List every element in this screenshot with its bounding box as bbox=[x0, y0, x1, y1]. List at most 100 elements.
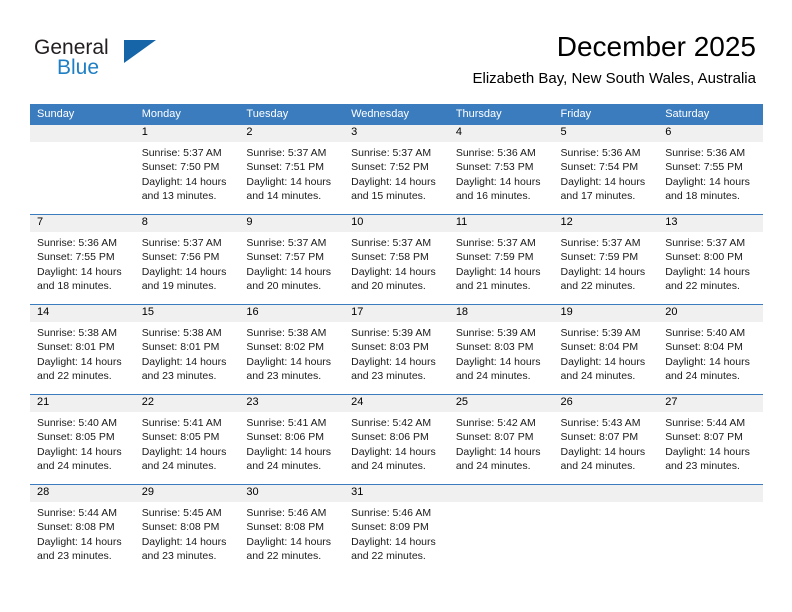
day-detail-line: Daylight: 14 hours bbox=[455, 265, 541, 278]
day-detail-line: Sunrise: 5:38 AM bbox=[141, 327, 222, 339]
calendar-day-cell[interactable]: 10 Sunrise: 5:37 AM Sunset: 7:58 PM Dayligh… bbox=[344, 214, 449, 305]
day-number: 15 bbox=[134, 305, 240, 322]
calendar-day-cell[interactable]: 2 Sunrise: 5:37 AM Sunset: 7:51 PM Daylight… bbox=[239, 125, 345, 215]
day-detail-line: Sunrise: 5:37 AM bbox=[246, 237, 327, 249]
day-number: 17 bbox=[344, 305, 449, 322]
day-cell-inner: 19 Sunrise: 5:39 AM Sunset: 8:04 PM Dayligh… bbox=[553, 305, 659, 394]
calendar-day-cell[interactable]: 26 Sunrise: 5:43 AM Sunset: 8:07 PM Dayligh… bbox=[553, 394, 659, 485]
calendar-day-cell[interactable]: 4 Sunrise: 5:36 AM Sunset: 7:53 PM Daylight… bbox=[448, 125, 554, 215]
day-details: Sunrise: 5:40 AM Sunset: 8:05 PM Daylight:… bbox=[30, 412, 135, 473]
weekday-header-saturday: Saturday bbox=[658, 104, 763, 125]
calendar-day-cell[interactable]: 13 Sunrise: 5:37 AM Sunset: 8:00 PM Dayligh… bbox=[658, 214, 763, 305]
day-details: Sunrise: 5:37 AM Sunset: 7:58 PM Daylight:… bbox=[344, 232, 449, 293]
day-detail-line: Daylight: 14 hours bbox=[141, 265, 227, 278]
calendar-day-cell[interactable]: 19 Sunrise: 5:39 AM Sunset: 8:04 PM Dayligh… bbox=[553, 304, 659, 395]
day-details: Sunrise: 5:46 AM Sunset: 8:09 PM Daylight:… bbox=[344, 502, 449, 563]
day-detail-line: Daylight: 14 hours bbox=[37, 445, 122, 458]
calendar-day-cell[interactable]: 16 Sunrise: 5:38 AM Sunset: 8:02 PM Dayligh… bbox=[239, 304, 345, 395]
calendar-day-cell[interactable]: 5 Sunrise: 5:36 AM Sunset: 7:54 PM Daylight… bbox=[553, 125, 659, 215]
day-cell-inner: 24 Sunrise: 5:42 AM Sunset: 8:06 PM Dayligh… bbox=[344, 395, 449, 484]
weekday-header-thursday: Thursday bbox=[448, 104, 554, 125]
calendar-day-cell[interactable]: 9 Sunrise: 5:37 AM Sunset: 7:57 PM Daylight… bbox=[239, 214, 345, 305]
day-detail-line: Daylight: 14 hours bbox=[351, 265, 436, 278]
calendar-day-cell[interactable]: 21 Sunrise: 5:40 AM Sunset: 8:05 PM Dayligh… bbox=[30, 394, 135, 485]
day-detail-line: Sunset: 7:56 PM bbox=[141, 251, 220, 264]
day-detail-line: Daylight: 14 hours bbox=[351, 175, 436, 188]
day-detail-line: Sunrise: 5:39 AM bbox=[560, 327, 641, 339]
day-detail-line: Sunset: 7:54 PM bbox=[560, 161, 639, 174]
day-detail-line: Daylight: 14 hours bbox=[665, 175, 750, 188]
day-number: 31 bbox=[344, 485, 449, 502]
day-cell-inner bbox=[658, 485, 763, 574]
calendar-day-cell[interactable]: 7 Sunrise: 5:36 AM Sunset: 7:55 PM Daylight… bbox=[30, 214, 135, 305]
day-number: 20 bbox=[658, 305, 763, 322]
calendar-day-cell[interactable]: 27 Sunrise: 5:44 AM Sunset: 8:07 PM Dayligh… bbox=[658, 394, 763, 485]
day-detail-line: Sunset: 7:59 PM bbox=[560, 251, 639, 264]
day-detail-line: Sunrise: 5:38 AM bbox=[246, 327, 327, 339]
calendar-grid: Sunday Monday Tuesday Wednesday Thursday… bbox=[30, 104, 763, 574]
day-detail-line: Sunrise: 5:46 AM bbox=[351, 507, 432, 519]
calendar-day-cell[interactable]: 29 Sunrise: 5:45 AM Sunset: 8:08 PM Dayligh… bbox=[134, 484, 240, 574]
day-cell-inner: 13 Sunrise: 5:37 AM Sunset: 8:00 PM Dayligh… bbox=[658, 215, 763, 304]
calendar-day-cell[interactable]: 31 Sunrise: 5:46 AM Sunset: 8:09 PM Dayligh… bbox=[344, 484, 449, 574]
calendar-day-cell[interactable]: 25 Sunrise: 5:42 AM Sunset: 8:07 PM Dayligh… bbox=[448, 394, 554, 485]
day-number: 4 bbox=[448, 125, 554, 142]
day-detail-line: Daylight: 14 hours bbox=[455, 355, 541, 368]
day-details: Sunrise: 5:45 AM Sunset: 8:08 PM Daylight:… bbox=[135, 502, 240, 563]
day-cell-inner: 31 Sunrise: 5:46 AM Sunset: 8:09 PM Dayligh… bbox=[344, 485, 449, 574]
day-detail-line: and 23 minutes. bbox=[246, 369, 322, 382]
day-detail-line: Sunset: 8:06 PM bbox=[246, 431, 325, 444]
day-detail-line: and 24 minutes. bbox=[560, 369, 636, 382]
day-details: Sunrise: 5:36 AM Sunset: 7:54 PM Daylight:… bbox=[554, 142, 659, 203]
page-title: December 2025 bbox=[556, 31, 756, 62]
day-detail-line: and 23 minutes. bbox=[141, 369, 217, 382]
calendar-day-cell[interactable]: 22 Sunrise: 5:41 AM Sunset: 8:05 PM Dayligh… bbox=[134, 394, 240, 485]
calendar-day-cell[interactable]: 6 Sunrise: 5:36 AM Sunset: 7:55 PM Daylight… bbox=[658, 125, 763, 215]
day-detail-line: Sunrise: 5:43 AM bbox=[560, 417, 641, 429]
calendar-day-cell[interactable]: 1 Sunrise: 5:37 AM Sunset: 7:50 PM Daylight… bbox=[134, 125, 240, 215]
general-blue-logo[interactable]: General Blue bbox=[34, 36, 224, 88]
calendar-day-cell[interactable]: 23 Sunrise: 5:41 AM Sunset: 8:06 PM Dayligh… bbox=[239, 394, 345, 485]
calendar-day-cell[interactable]: 11 Sunrise: 5:37 AM Sunset: 7:59 PM Dayligh… bbox=[448, 214, 554, 305]
day-number: 11 bbox=[448, 215, 554, 232]
calendar-week-row: 7 Sunrise: 5:36 AM Sunset: 7:55 PM Daylight… bbox=[30, 214, 763, 305]
day-details: Sunrise: 5:39 AM Sunset: 8:04 PM Daylight:… bbox=[554, 322, 659, 383]
day-detail-line: and 22 minutes. bbox=[351, 549, 426, 562]
weekday-header-wednesday: Wednesday bbox=[344, 104, 449, 125]
day-detail-line: Sunrise: 5:37 AM bbox=[455, 237, 536, 249]
day-details: Sunrise: 5:36 AM Sunset: 7:53 PM Daylight:… bbox=[449, 142, 554, 203]
calendar-day-cell[interactable]: 17 Sunrise: 5:39 AM Sunset: 8:03 PM Dayligh… bbox=[344, 304, 449, 395]
day-detail-line: and 22 minutes. bbox=[37, 369, 112, 382]
day-detail-line: Sunset: 8:08 PM bbox=[37, 521, 115, 534]
calendar-empty-cell bbox=[553, 484, 659, 574]
day-cell-inner: 6 Sunrise: 5:36 AM Sunset: 7:55 PM Daylight… bbox=[658, 125, 763, 214]
calendar-day-cell[interactable]: 20 Sunrise: 5:40 AM Sunset: 8:04 PM Dayligh… bbox=[658, 304, 763, 395]
day-number: 18 bbox=[448, 305, 554, 322]
calendar-day-cell[interactable]: 3 Sunrise: 5:37 AM Sunset: 7:52 PM Daylight… bbox=[344, 125, 449, 215]
day-number: 13 bbox=[658, 215, 763, 232]
day-detail-line: Sunset: 7:52 PM bbox=[351, 161, 429, 174]
day-detail-line: Sunrise: 5:42 AM bbox=[455, 417, 536, 429]
calendar-day-cell[interactable]: 30 Sunrise: 5:46 AM Sunset: 8:08 PM Dayligh… bbox=[239, 484, 345, 574]
day-details: Sunrise: 5:44 AM Sunset: 8:07 PM Daylight:… bbox=[658, 412, 763, 473]
day-detail-line: Daylight: 14 hours bbox=[141, 175, 227, 188]
calendar-day-cell[interactable]: 8 Sunrise: 5:37 AM Sunset: 7:56 PM Daylight… bbox=[134, 214, 240, 305]
calendar-day-cell[interactable]: 24 Sunrise: 5:42 AM Sunset: 8:06 PM Dayligh… bbox=[344, 394, 449, 485]
calendar-day-cell[interactable]: 12 Sunrise: 5:37 AM Sunset: 7:59 PM Dayligh… bbox=[553, 214, 659, 305]
day-detail-line: and 21 minutes. bbox=[455, 279, 531, 292]
calendar-day-cell[interactable]: 14 Sunrise: 5:38 AM Sunset: 8:01 PM Dayligh… bbox=[30, 304, 135, 395]
day-detail-line: Sunrise: 5:41 AM bbox=[246, 417, 327, 429]
day-detail-line: Sunset: 8:09 PM bbox=[351, 521, 429, 534]
day-detail-line: Sunset: 8:02 PM bbox=[246, 341, 325, 354]
day-detail-line: Daylight: 14 hours bbox=[351, 355, 436, 368]
calendar-day-cell[interactable]: 28 Sunrise: 5:44 AM Sunset: 8:08 PM Dayligh… bbox=[30, 484, 135, 574]
day-cell-inner: 27 Sunrise: 5:44 AM Sunset: 8:07 PM Dayligh… bbox=[658, 395, 763, 484]
calendar-week-row: 14 Sunrise: 5:38 AM Sunset: 8:01 PM Dayligh… bbox=[30, 304, 763, 395]
day-number bbox=[448, 485, 554, 502]
day-details: Sunrise: 5:40 AM Sunset: 8:04 PM Daylight:… bbox=[658, 322, 763, 383]
title-block: December 2025 Elizabeth Bay, New South W… bbox=[473, 30, 756, 90]
calendar-day-cell[interactable]: 15 Sunrise: 5:38 AM Sunset: 8:01 PM Dayligh… bbox=[134, 304, 240, 395]
day-cell-inner: 7 Sunrise: 5:36 AM Sunset: 7:55 PM Daylight… bbox=[30, 215, 135, 304]
calendar-week-row: 28 Sunrise: 5:44 AM Sunset: 8:08 PM Dayligh… bbox=[30, 484, 763, 574]
calendar-day-cell[interactable]: 18 Sunrise: 5:39 AM Sunset: 8:03 PM Dayligh… bbox=[448, 304, 554, 395]
